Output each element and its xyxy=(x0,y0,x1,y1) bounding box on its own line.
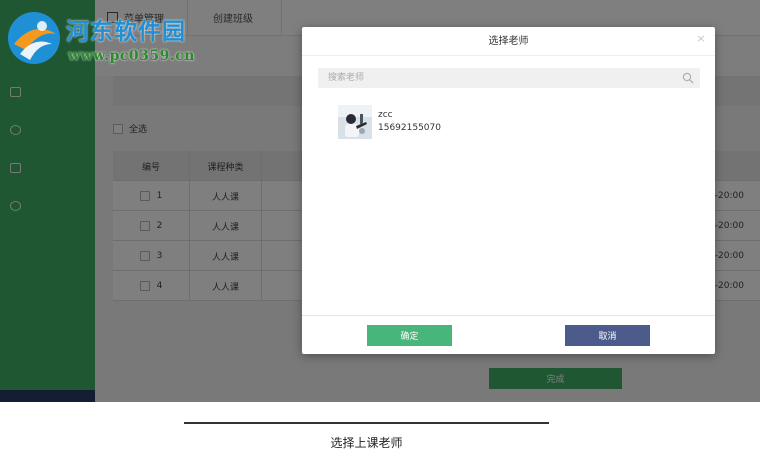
caption-divider xyxy=(184,422,549,424)
watermark-url: www.pc0359.cn xyxy=(68,48,195,64)
watermark-logo-icon xyxy=(8,12,60,64)
caption: 选择上课老师 xyxy=(330,436,403,450)
search-box xyxy=(318,68,700,88)
confirm-button[interactable]: 确定 xyxy=(367,325,452,346)
avatar xyxy=(338,105,372,139)
close-icon[interactable]: × xyxy=(696,33,706,44)
footer-divider xyxy=(302,315,715,316)
search-icon[interactable] xyxy=(682,72,694,84)
avatar-photo-icon xyxy=(338,105,372,139)
search-input[interactable] xyxy=(318,68,678,88)
watermark: 河东软件园 www.pc0359.cn xyxy=(4,6,214,68)
select-teacher-dialog: 选择老师 × zcc 15692155070 确定 取消 xyxy=(302,27,715,354)
teacher-list-item[interactable]: zcc 15692155070 xyxy=(338,105,538,139)
watermark-name: 河东软件园 xyxy=(66,18,186,45)
dialog-title: 选择老师 xyxy=(302,27,715,56)
cancel-button[interactable]: 取消 xyxy=(565,325,650,346)
teacher-phone: 15692155070 xyxy=(378,123,441,133)
teacher-name: zcc xyxy=(378,110,393,120)
